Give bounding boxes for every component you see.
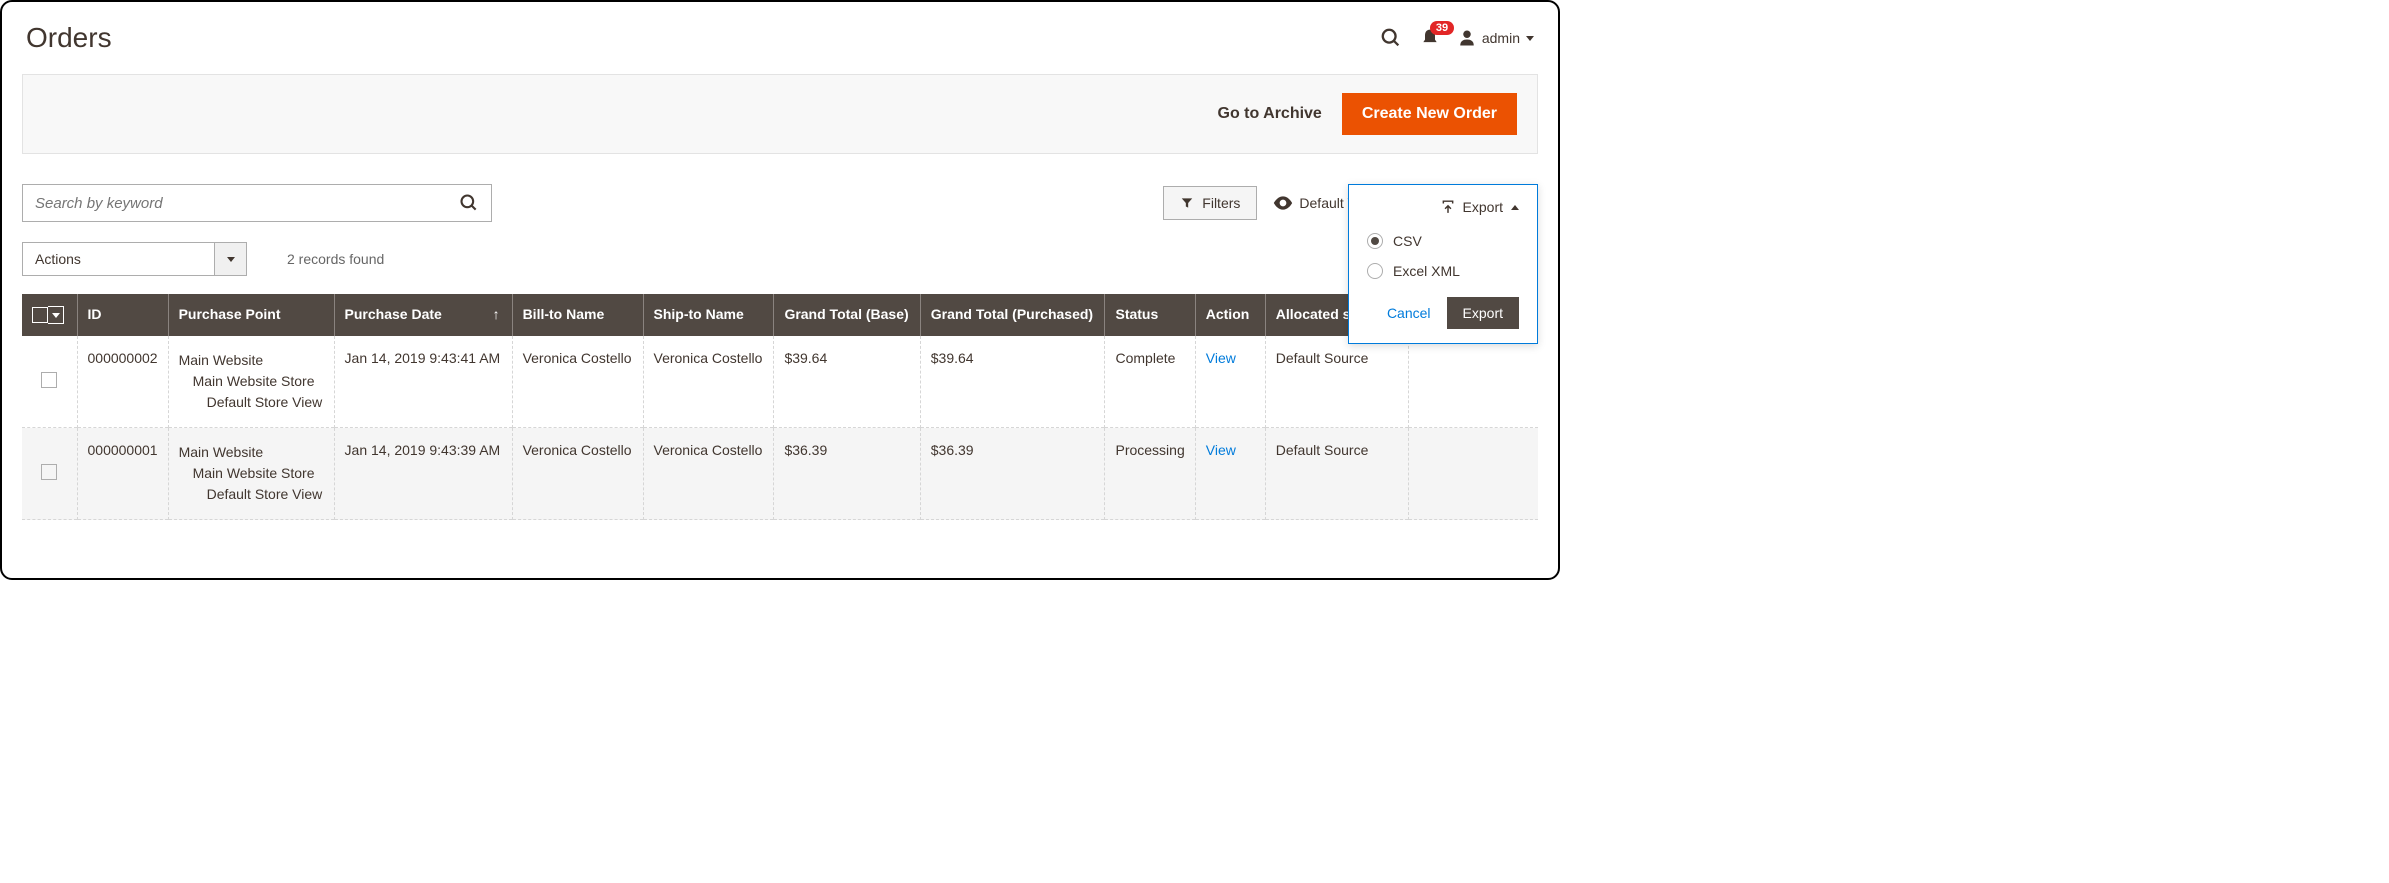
filters-label: Filters (1202, 195, 1240, 211)
col-header-bill-to[interactable]: Bill-to Name (512, 294, 643, 336)
actions-dropdown[interactable]: Actions (22, 242, 247, 276)
view-link[interactable]: View (1206, 350, 1236, 366)
export-option-xml[interactable]: Excel XML (1367, 263, 1519, 279)
export-cancel-link[interactable]: Cancel (1387, 305, 1431, 321)
search-box (22, 184, 492, 222)
cell-purchase-date: Jan 14, 2019 9:43:41 AM (334, 336, 512, 428)
export-panel: Export CSV Excel XML Cancel Export (1348, 184, 1538, 344)
col-header-id[interactable]: ID (77, 294, 168, 336)
export-dropdown-toggle[interactable]: Export (1367, 199, 1519, 215)
view-link[interactable]: View (1206, 442, 1236, 458)
col-header-ship-to[interactable]: Ship-to Name (643, 294, 774, 336)
notification-badge: 39 (1430, 21, 1454, 35)
cell-id: 000000002 (77, 336, 168, 428)
archive-link[interactable]: Go to Archive (1218, 105, 1322, 123)
records-found: 2 records found (287, 251, 384, 267)
row-checkbox[interactable] (41, 464, 57, 480)
row-checkbox[interactable] (41, 372, 57, 388)
cell-bill-to: Veronica Costello (512, 336, 643, 428)
table-row: 000000001 Main WebsiteMain Website Store… (22, 428, 1538, 520)
col-header-grand-base[interactable]: Grand Total (Base) (774, 294, 920, 336)
actions-label: Actions (23, 251, 214, 267)
cell-purchase-date: Jan 14, 2019 9:43:39 AM (334, 428, 512, 520)
caret-down-icon (214, 243, 246, 275)
cell-status: Processing (1105, 428, 1195, 520)
cell-ship-to: Veronica Costello (643, 336, 774, 428)
orders-table: ID Purchase Point Purchase Date↑ Bill-to… (22, 294, 1538, 520)
caret-up-icon (1511, 205, 1519, 210)
cell-bill-to: Veronica Costello (512, 428, 643, 520)
cell-grand-purchased: $39.64 (920, 336, 1105, 428)
col-header-purchase-point[interactable]: Purchase Point (168, 294, 334, 336)
cell-id: 000000001 (77, 428, 168, 520)
search-submit-icon[interactable] (459, 193, 479, 213)
header-actions: 39 admin (1380, 27, 1534, 49)
xml-label: Excel XML (1393, 263, 1460, 279)
cell-ship-to: Veronica Costello (643, 428, 774, 520)
search-icon[interactable] (1380, 27, 1402, 49)
select-all-dropdown[interactable] (48, 306, 64, 324)
cell-allocated: Default Source (1265, 428, 1408, 520)
admin-label: admin (1482, 30, 1520, 46)
cell-grand-base: $39.64 (774, 336, 920, 428)
page-title: Orders (26, 22, 112, 54)
col-header-purchase-date[interactable]: Purchase Date↑ (334, 294, 512, 336)
admin-user-menu[interactable]: admin (1458, 29, 1534, 47)
cell-grand-base: $36.39 (774, 428, 920, 520)
cell-purchase-point: Main WebsiteMain Website StoreDefault St… (168, 336, 334, 428)
sort-asc-icon: ↑ (493, 306, 500, 322)
cell-purchase-point: Main WebsiteMain Website StoreDefault St… (168, 428, 334, 520)
radio-checked-icon (1367, 233, 1383, 249)
select-all-checkbox[interactable] (32, 307, 48, 323)
search-input[interactable] (35, 195, 459, 212)
radio-unchecked-icon (1367, 263, 1383, 279)
cell-grand-purchased: $36.39 (920, 428, 1105, 520)
caret-down-icon (1526, 36, 1534, 41)
export-label: Export (1463, 199, 1503, 215)
filters-button[interactable]: Filters (1163, 186, 1257, 220)
col-header-grand-purchased[interactable]: Grand Total (Purchased) (920, 294, 1105, 336)
col-header-action[interactable]: Action (1195, 294, 1265, 336)
csv-label: CSV (1393, 233, 1422, 249)
table-row: 000000002 Main WebsiteMain Website Store… (22, 336, 1538, 428)
cell-allocated: Default Source (1265, 336, 1408, 428)
col-header-status[interactable]: Status (1105, 294, 1195, 336)
cell-status: Complete (1105, 336, 1195, 428)
create-order-button[interactable]: Create New Order (1342, 93, 1517, 135)
notification-bell-icon[interactable]: 39 (1420, 27, 1440, 49)
export-submit-button[interactable]: Export (1447, 297, 1519, 329)
export-option-csv[interactable]: CSV (1367, 233, 1519, 249)
toolbar: Go to Archive Create New Order (22, 74, 1538, 154)
